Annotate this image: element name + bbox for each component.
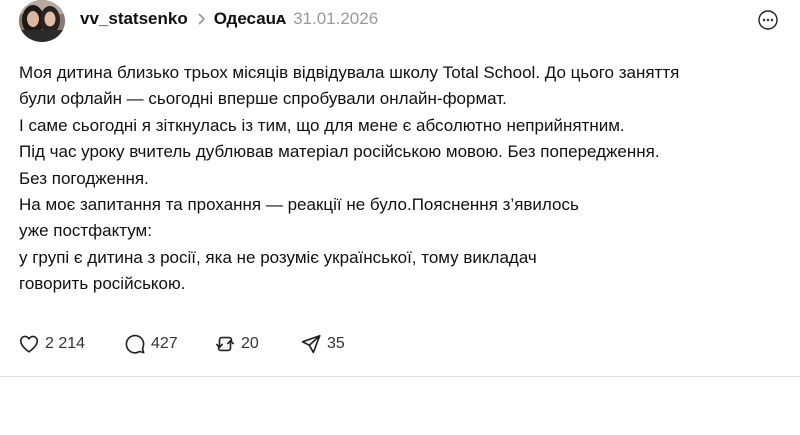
repost-count: 20 [241,335,259,352]
post-date: 31.01.2026 [293,9,379,28]
share-button[interactable]: 35 [300,333,345,355]
like-count: 2 214 [45,335,86,352]
post-header: vv_statsenko Одесаuᴀ 31.01.2026 [80,8,378,30]
avatar-photo [19,0,65,42]
more-dots-icon[interactable] [757,9,779,31]
post-text-line: Під час уроку вчитель дублював матеріал … [19,142,660,162]
post-text: Моя дитина близько трьох місяців відвіду… [19,60,789,298]
post-text-line: На моє запитання та прохання — реакції н… [19,195,579,215]
repost-icon [214,333,236,355]
community-name[interactable]: Одесаuᴀ [214,8,286,30]
repost-button[interactable]: 20 [214,333,300,355]
comment-button[interactable]: 427 [124,333,214,355]
post-text-line: Без погодження. [19,168,149,188]
share-count: 35 [327,335,345,352]
author-username[interactable]: vv_statsenko [80,8,188,30]
avatar[interactable] [19,0,65,42]
post: vv_statsenko Одесаuᴀ 31.01.2026 Моя дити… [0,0,800,378]
post-text-line: І саме сьогодні я зіткнулась із тим, що … [19,115,625,135]
chevron-right-icon [198,13,206,25]
comment-bubble-icon [124,333,146,355]
post-text-line: у групі є дитина з росії, яка не розуміє… [19,247,537,267]
post-divider [0,376,800,377]
post-text-line: Моя дитина близько трьох місяців відвіду… [19,63,680,82]
post-text-line: уже постфактум: [19,221,152,241]
comment-count: 427 [151,335,178,352]
like-button[interactable]: 2 214 [18,333,124,355]
post-text-line: говорить російською. [19,274,186,294]
send-icon [300,333,322,355]
heart-icon [18,333,40,355]
post-text-line: були офлайн — сьогодні вперше спробували… [19,89,507,109]
action-bar: 2 214 427 20 35 [18,331,345,357]
